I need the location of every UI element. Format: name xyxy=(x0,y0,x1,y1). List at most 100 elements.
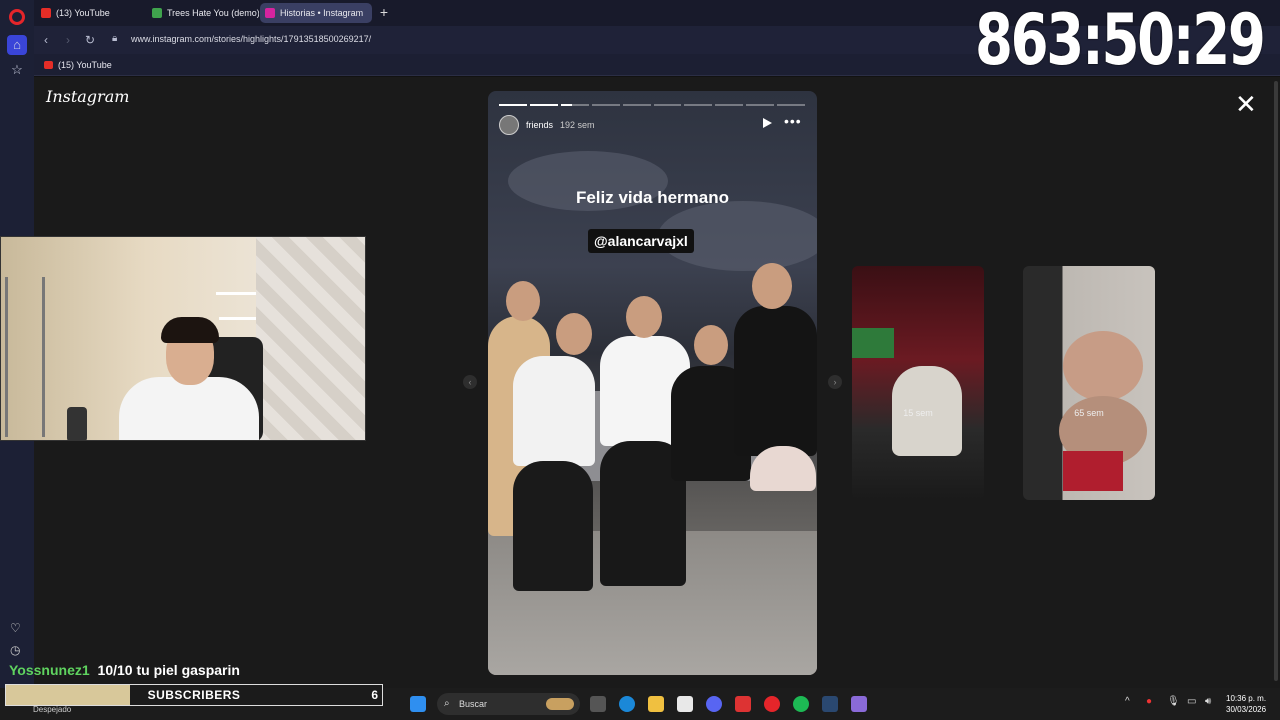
spotify-icon[interactable] xyxy=(793,696,809,712)
steam-icon[interactable] xyxy=(822,696,838,712)
progress-segment xyxy=(777,104,806,106)
chevron-left-icon[interactable]: ‹ xyxy=(463,375,477,389)
person xyxy=(513,356,595,466)
youtube-icon xyxy=(41,8,51,18)
calendar-icon[interactable] xyxy=(735,696,751,712)
streamer-shirt xyxy=(119,377,259,440)
stream-timer: 863:50:29 xyxy=(975,0,1266,81)
home-icon[interactable]: ⌂ xyxy=(7,35,27,55)
tab-label: (13) YouTube xyxy=(56,8,110,18)
windows-start-icon[interactable] xyxy=(410,696,426,712)
game-icon xyxy=(152,8,162,18)
progress-segment xyxy=(499,104,527,106)
person-head xyxy=(506,281,540,321)
chevron-right-icon[interactable]: › xyxy=(60,32,76,48)
store-icon[interactable] xyxy=(677,696,693,712)
progress-segment xyxy=(622,104,651,106)
thumbnail-label: 65 sem xyxy=(1074,408,1104,418)
subscribers-count: 6 xyxy=(371,688,378,702)
subscribers-goal-bar: SUBSCRIBERS 6 xyxy=(5,684,383,706)
tab-instagram[interactable]: Historias • Instagram xyxy=(260,3,372,23)
person xyxy=(734,306,817,456)
volume-icon[interactable]: 🔊︎ xyxy=(1205,696,1211,707)
chat-username: Yossnunez1 xyxy=(9,662,90,678)
streamer-hair xyxy=(161,317,219,343)
star-icon[interactable]: ☆ xyxy=(9,62,25,78)
tab-youtube[interactable]: (13) YouTube xyxy=(36,3,146,23)
person-head xyxy=(752,263,792,309)
clothing xyxy=(1063,451,1123,491)
person-head xyxy=(556,313,592,355)
new-tab-button[interactable]: + xyxy=(376,4,392,20)
ladder xyxy=(5,277,45,437)
taskbar-clock[interactable]: 10:36 p. m. 30/03/2026 xyxy=(1226,693,1266,715)
chevron-right-icon[interactable]: › xyxy=(828,375,842,389)
scrollbar[interactable] xyxy=(1272,77,1280,688)
taskbar-search[interactable]: ⌕ Buscar xyxy=(437,693,580,715)
search-icon: ⌕ xyxy=(444,698,450,709)
microphone-icon[interactable]: 🎙︎ xyxy=(1167,696,1180,707)
person-head xyxy=(626,296,662,338)
story-progress-bar xyxy=(499,104,806,106)
progress-segment xyxy=(684,104,713,106)
clock-icon[interactable]: ◷ xyxy=(10,643,20,657)
person-head xyxy=(694,325,728,365)
bookmark-youtube[interactable]: (15) YouTube xyxy=(44,58,112,72)
story-viewer[interactable]: friends 192 sem ••• Feliz vida hermano @… xyxy=(488,91,817,675)
search-placeholder: Buscar xyxy=(459,699,488,709)
tab-label: Trees Hate You (demo) by xyxy=(167,8,259,18)
progress-segment xyxy=(715,104,744,106)
search-highlight-icon xyxy=(546,698,574,710)
progress-segment xyxy=(591,104,620,106)
story-thumbnail[interactable]: 65 sem xyxy=(1023,266,1155,500)
person xyxy=(750,446,816,491)
instagram-icon xyxy=(265,8,275,18)
story-caption: Feliz vida hermano xyxy=(575,188,730,207)
progress-segment xyxy=(653,104,682,106)
story-thumbnail[interactable]: 15 sem xyxy=(852,266,984,500)
avatar[interactable] xyxy=(499,115,519,135)
webcam-overlay xyxy=(0,236,366,441)
tab-label: Historias • Instagram xyxy=(280,8,364,18)
instagram-logo[interactable]: Instagram xyxy=(46,87,129,106)
story-mention[interactable]: @alancarvajxl xyxy=(588,229,694,253)
story-time: 192 sem xyxy=(560,120,595,130)
person xyxy=(1063,331,1143,401)
network-icon[interactable]: ▭ xyxy=(1187,696,1196,707)
weather-text[interactable]: Despejado xyxy=(33,705,71,714)
opera-logo-icon[interactable] xyxy=(9,9,25,25)
opera-icon[interactable] xyxy=(764,696,780,712)
tab-trees-hate-you[interactable]: Trees Hate You (demo) by xyxy=(147,3,259,23)
clock-date: 30/03/2026 xyxy=(1226,705,1267,714)
url-field[interactable]: www.instagram.com/stories/highlights/179… xyxy=(131,34,371,44)
person xyxy=(513,461,593,591)
heart-icon[interactable]: ♡ xyxy=(10,621,21,635)
play-icon[interactable] xyxy=(763,118,772,128)
progress-segment xyxy=(560,104,589,106)
youtube-icon xyxy=(44,61,53,69)
discord-icon[interactable] xyxy=(706,696,722,712)
chat-text: 10/10 tu piel gasparin xyxy=(97,662,240,678)
bookmark-label: (15) YouTube xyxy=(58,60,112,70)
app-tray-icon[interactable]: ● xyxy=(1146,696,1152,707)
microphone xyxy=(67,407,87,440)
thumbnail-label: 15 sem xyxy=(903,408,933,418)
reload-icon[interactable]: ↻ xyxy=(82,32,98,48)
close-icon[interactable]: ✕ xyxy=(1235,91,1257,117)
lock-icon: 🔒︎ xyxy=(112,33,118,44)
tv-screen xyxy=(852,328,894,358)
chat-message: Yossnunez1 10/10 tu piel gasparin xyxy=(9,662,240,678)
wall-panel xyxy=(256,237,365,440)
progress-segment xyxy=(746,104,775,106)
more-horizontal-icon[interactable]: ••• xyxy=(784,113,802,129)
subscribers-label: SUBSCRIBERS xyxy=(147,688,241,702)
task-view-icon[interactable] xyxy=(590,696,606,712)
progress-segment xyxy=(529,104,558,106)
chevron-left-icon[interactable]: ‹ xyxy=(38,32,54,48)
scrollbar-thumb[interactable] xyxy=(1274,81,1278,681)
story-username[interactable]: friends xyxy=(526,120,553,130)
edge-icon[interactable] xyxy=(619,696,635,712)
folder-icon[interactable] xyxy=(648,696,664,712)
app-icon[interactable] xyxy=(851,696,867,712)
chevron-up-icon[interactable]: ^ xyxy=(1125,696,1130,707)
